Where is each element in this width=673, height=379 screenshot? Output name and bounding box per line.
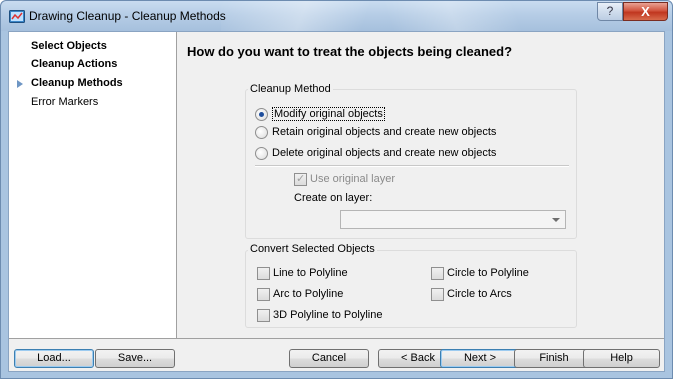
- 3d-polyline-to-polyline-checkbox[interactable]: [257, 309, 270, 322]
- use-original-layer-checkbox[interactable]: [294, 172, 307, 186]
- load-button[interactable]: Load...: [14, 349, 94, 368]
- dialog-body: Select Objects Cleanup Actions Cleanup M…: [8, 31, 665, 372]
- cancel-button[interactable]: Cancel: [289, 349, 369, 368]
- radio-label-modify: Modify original objects: [272, 107, 385, 121]
- current-step-arrow-icon: [17, 80, 23, 88]
- save-button[interactable]: Save...: [95, 349, 175, 368]
- convert-objects-legend: Convert Selected Objects: [248, 243, 377, 255]
- arc-to-polyline-checkbox[interactable]: [257, 288, 270, 301]
- circle-to-arcs-label: Circle to Arcs: [447, 288, 512, 300]
- create-on-layer-label: Create on layer:: [294, 192, 373, 204]
- line-to-polyline-label: Line to Polyline: [273, 267, 348, 279]
- button-bar: Load... Save... Cancel < Back Next > Fin…: [9, 338, 664, 371]
- arc-to-polyline-label: Arc to Polyline: [273, 288, 344, 300]
- create-on-layer-dropdown[interactable]: [340, 210, 566, 229]
- sidebar-item-error-markers[interactable]: Error Markers: [31, 96, 98, 108]
- wizard-steps-sidebar: Select Objects Cleanup Actions Cleanup M…: [9, 32, 177, 338]
- sidebar-item-select-objects[interactable]: Select Objects: [31, 40, 107, 52]
- help-icon[interactable]: ?: [597, 2, 623, 21]
- 3d-polyline-to-polyline-label: 3D Polyline to Polyline: [273, 309, 383, 321]
- line-to-polyline-checkbox[interactable]: [257, 267, 270, 280]
- radio-label-delete: Delete original objects and create new o…: [272, 147, 497, 159]
- title-bar-decoration: [221, 1, 641, 31]
- page-title: How do you want to treat the objects bei…: [187, 44, 513, 59]
- help-button[interactable]: Help: [583, 349, 660, 368]
- separator-line: [255, 165, 569, 167]
- dialog-window: Drawing Cleanup - Cleanup Methods ? X Se…: [0, 0, 673, 379]
- window-title: Drawing Cleanup - Cleanup Methods: [29, 9, 226, 23]
- circle-to-polyline-label: Circle to Polyline: [447, 267, 529, 279]
- main-panel: How do you want to treat the objects bei…: [177, 32, 664, 338]
- radio-label-retain: Retain original objects and create new o…: [272, 126, 497, 138]
- next-button[interactable]: Next >: [440, 349, 520, 368]
- cleanup-method-legend: Cleanup Method: [248, 83, 333, 95]
- sidebar-item-cleanup-actions[interactable]: Cleanup Actions: [31, 58, 117, 70]
- finish-button[interactable]: Finish: [514, 349, 594, 368]
- radio-button-checked[interactable]: [255, 108, 268, 121]
- circle-to-polyline-checkbox[interactable]: [431, 267, 444, 280]
- sidebar-item-cleanup-methods[interactable]: Cleanup Methods: [31, 77, 123, 89]
- app-icon: [9, 10, 25, 23]
- chevron-down-icon[interactable]: [552, 218, 560, 222]
- title-bar[interactable]: Drawing Cleanup - Cleanup Methods ? X: [1, 1, 672, 31]
- radio-button[interactable]: [255, 126, 268, 139]
- use-original-layer-label: Use original layer: [310, 173, 395, 185]
- radio-button[interactable]: [255, 147, 268, 160]
- circle-to-arcs-checkbox[interactable]: [431, 288, 444, 301]
- close-icon[interactable]: X: [623, 2, 668, 21]
